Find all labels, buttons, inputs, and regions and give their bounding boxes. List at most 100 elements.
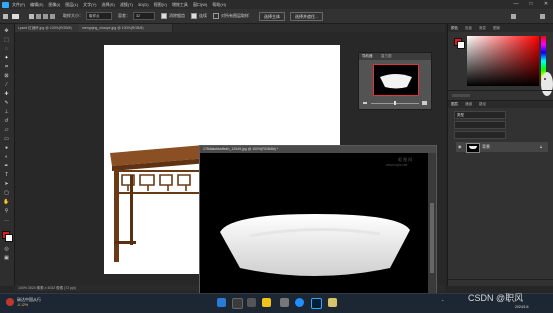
hand-tool-icon[interactable]: ✋ [3, 199, 10, 205]
floating-document-window[interactable]: 178dlaiobksffe4h_12549.jpg @ 100%(RGB/8#… [199, 145, 437, 295]
tray-chevron-icon[interactable]: ⌃ [441, 299, 444, 304]
pen-tool-icon[interactable]: ✒ [3, 163, 10, 169]
clone-stamp-tool-icon[interactable]: ⊥ [3, 109, 10, 115]
brush-tool-icon[interactable]: ✎ [3, 100, 10, 106]
color-field[interactable] [467, 36, 539, 86]
zoom-out-icon[interactable] [363, 102, 367, 104]
file-explorer-icon[interactable] [262, 298, 271, 307]
spot-healing-tool-icon[interactable]: ✚ [3, 91, 10, 97]
doc-tab-2[interactable]: mengqing_chaoye.jpg @ 100%(RGB/8) [79, 24, 173, 32]
eraser-tool-icon[interactable]: ▱ [3, 127, 10, 133]
select-and-mask-button[interactable]: 选择并遮住... [290, 11, 324, 21]
layer-thumbnail [466, 143, 480, 153]
magic-wand-tool-icon[interactable]: ✦ [3, 55, 10, 61]
tab-navigator[interactable]: 导航器 [362, 53, 373, 60]
menu-edit[interactable]: 编辑(E) [30, 2, 43, 8]
tolerance-input[interactable]: 32 [133, 12, 155, 20]
floating-window-scrollbar[interactable] [428, 153, 436, 294]
all-layers-checkbox[interactable] [213, 13, 219, 19]
menu-image[interactable]: 图像(I) [48, 2, 60, 8]
crop-tool-icon[interactable]: ⌗ [3, 64, 10, 70]
edge-browser-icon[interactable] [295, 298, 304, 307]
tab-swatches[interactable]: 色板 [465, 24, 472, 32]
menu-help[interactable]: 帮助(H) [212, 2, 226, 8]
lasso-tool-icon[interactable]: ◌ [3, 46, 10, 52]
subtract-selection-icon[interactable] [43, 13, 48, 19]
menu-view[interactable]: 视图(V) [154, 2, 167, 8]
windows-start-icon[interactable] [217, 298, 226, 307]
tab-channels[interactable]: 通道 [465, 101, 472, 108]
scrollbar-thumb[interactable] [430, 203, 434, 273]
frame-tool-icon[interactable]: ⊠ [3, 73, 10, 79]
panel-background-swatch[interactable] [457, 41, 465, 49]
menu-type[interactable]: 文字(Y) [83, 2, 96, 8]
tab-patterns[interactable]: 图案 [493, 24, 500, 32]
tab-gradients[interactable]: 渐变 [479, 24, 486, 32]
screen-mode-icon[interactable]: ▣ [3, 255, 10, 261]
tab-histogram[interactable]: 直方图 [381, 53, 392, 60]
add-selection-icon[interactable] [36, 13, 41, 19]
taskbar-date[interactable]: 2024/1/4 [515, 305, 529, 309]
document-tabs: Lysed 红酒杯.jpg @ 100%(RGB/8) mengqing_cha… [15, 24, 445, 32]
select-subject-button[interactable]: 选择主体 [259, 11, 285, 21]
marquee-tool-icon[interactable]: ⬚ [3, 37, 10, 43]
path-selection-tool-icon[interactable]: ➤ [3, 181, 10, 187]
new-selection-icon[interactable] [29, 13, 34, 19]
gradient-tool-icon[interactable]: ▭ [3, 136, 10, 142]
app-icon[interactable] [280, 298, 289, 307]
tab-color[interactable]: 颜色 [451, 24, 458, 32]
menu-window[interactable]: 窗口(W) [193, 2, 207, 8]
floating-window-title[interactable]: 178dlaiobksffe4h_12549.jpg @ 100%(RGB/8#… [200, 146, 436, 153]
zoom-slider-thumb[interactable] [394, 101, 396, 105]
layer-name: 背景 [482, 144, 490, 149]
news-widget-icon[interactable] [6, 298, 14, 306]
zoom-tool-icon[interactable]: ⚲ [3, 208, 10, 214]
menu-3d[interactable]: 3D(D) [138, 2, 149, 7]
app-icon[interactable] [328, 298, 337, 307]
dodge-tool-icon[interactable]: ◐ [3, 154, 10, 160]
antialias-checkbox[interactable] [161, 13, 167, 19]
sample-size-label: 取样大小： [63, 13, 83, 18]
tab-paths[interactable]: 路径 [479, 101, 486, 108]
layer-kind-filter[interactable]: 类型 [454, 111, 506, 119]
search-icon[interactable] [232, 298, 243, 309]
more-tools-icon[interactable]: … [3, 217, 10, 223]
background-color-swatch[interactable] [5, 234, 13, 242]
rectangle-tool-icon[interactable]: ▢ [3, 190, 10, 196]
home-icon[interactable] [3, 13, 8, 19]
contiguous-checkbox[interactable] [191, 13, 197, 19]
blur-tool-icon[interactable]: ● [3, 145, 10, 151]
layer-row-background[interactable]: ◉ 背景 🔒︎ [456, 142, 548, 153]
zoom-in-icon[interactable] [422, 101, 427, 105]
maximize-button[interactable]: □ [524, 0, 538, 9]
menu-file[interactable]: 文件(F) [12, 2, 25, 8]
sample-size-select[interactable]: 取样点 [86, 12, 112, 20]
document-status-text: 100% 3024 像素 x 4032 像素 (72 ppi) [18, 286, 76, 290]
task-view-icon[interactable] [247, 298, 256, 307]
quick-mask-icon[interactable]: ◎ [3, 246, 10, 252]
menu-filter[interactable]: 滤镜(T) [120, 2, 133, 8]
lock-icon: 🔒︎ [540, 144, 543, 149]
minimize-button[interactable]: — [509, 0, 523, 9]
move-tool-icon[interactable]: ✥ [3, 28, 10, 34]
photoshop-taskbar-icon[interactable] [311, 298, 322, 309]
eye-icon[interactable]: ◉ [458, 145, 462, 149]
search-icon[interactable] [540, 13, 545, 19]
blend-mode-select[interactable] [454, 121, 506, 129]
navigator-thumbnail[interactable] [373, 64, 419, 96]
history-brush-tool-icon[interactable]: ↺ [3, 118, 10, 124]
magic-wand-icon[interactable] [12, 13, 19, 19]
menu-select[interactable]: 选择(S) [101, 2, 114, 8]
menu-plugins[interactable]: 增效工具 [172, 2, 188, 8]
type-tool-icon[interactable]: T [3, 172, 10, 178]
intersect-selection-icon[interactable] [50, 13, 55, 19]
tab-layers[interactable]: 图层 [451, 101, 458, 108]
tools-panel: ✥ ⬚ ◌ ✦ ⌗ ⊠ ⁄ ✚ ✎ ⊥ ↺ ▱ ▭ ● ◐ ✒ T ➤ ▢ ✋ … [0, 24, 15, 286]
doc-tab-1[interactable]: Lysed 红酒杯.jpg @ 100%(RGB/8) [15, 24, 81, 32]
windows-taskbar: 碳达中国从行 -0.12% ⌃ CSDN @职风 2024/1/4 [0, 293, 553, 313]
eyedropper-tool-icon[interactable]: ⁄ [3, 82, 10, 88]
menu-layer[interactable]: 图层(L) [65, 2, 78, 8]
contiguous-label: 连续 [199, 13, 207, 18]
share-icon[interactable] [511, 13, 516, 19]
close-button[interactable]: ✕ [539, 0, 553, 9]
